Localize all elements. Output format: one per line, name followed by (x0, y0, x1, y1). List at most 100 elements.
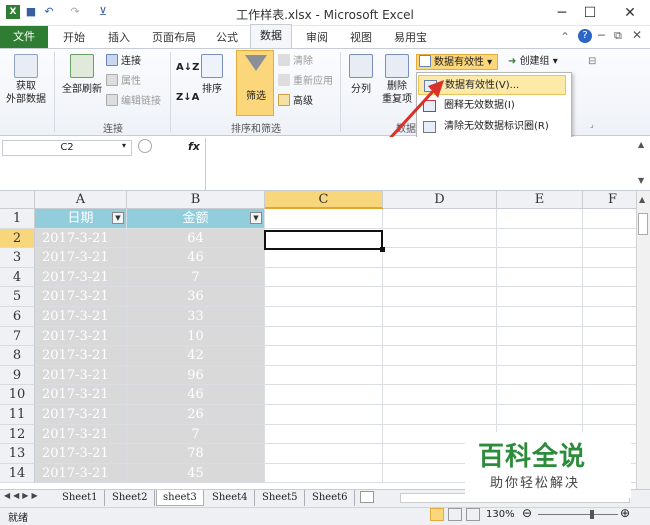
empty-cell[interactable] (583, 327, 636, 347)
tab-data[interactable]: 数据 (250, 24, 292, 49)
connections-button[interactable]: 连接 (106, 54, 141, 70)
empty-cell[interactable] (383, 228, 497, 249)
empty-cell[interactable] (497, 385, 583, 405)
edit-links-button[interactable]: 编辑链接 (106, 94, 161, 110)
row-header[interactable]: 11 (0, 405, 35, 425)
vertical-scrollbar[interactable] (636, 191, 650, 489)
tab-file[interactable]: 文件 (0, 26, 48, 48)
date-cell[interactable]: 2017-3-21 (35, 444, 127, 464)
cancel-entry-icon[interactable] (138, 139, 152, 153)
amount-cell[interactable]: 26 (127, 405, 265, 425)
outline-launcher-icon[interactable]: ⌟ (590, 120, 594, 129)
empty-cell[interactable] (497, 248, 583, 268)
empty-cell[interactable] (383, 307, 497, 327)
ungroup-icon[interactable]: ⊟ (588, 56, 596, 67)
empty-cell[interactable] (497, 405, 583, 425)
empty-cell[interactable] (383, 326, 497, 347)
tab-easyuse[interactable]: 易用宝 (394, 30, 427, 46)
empty-cell[interactable] (265, 209, 383, 229)
amount-cell[interactable]: 36 (127, 287, 265, 307)
row-header[interactable]: 2 (0, 228, 35, 249)
amount-cell[interactable]: 64 (127, 228, 265, 249)
tab-review[interactable]: 审阅 (306, 30, 328, 46)
date-cell[interactable]: 2017-3-21 (35, 346, 127, 366)
properties-button[interactable]: 属性 (106, 74, 141, 90)
minimize-button[interactable]: ─ (548, 2, 576, 24)
maximize-button[interactable]: ☐ (576, 2, 604, 24)
empty-cell[interactable] (583, 229, 636, 249)
formula-expand-icon[interactable]: ▲ (638, 140, 644, 149)
empty-cell[interactable] (497, 307, 583, 327)
empty-cell[interactable] (583, 209, 636, 229)
clear-button[interactable]: 清除 (278, 54, 313, 70)
row-header[interactable]: 1 (0, 209, 35, 229)
formula-collapse-icon[interactable]: ▼ (638, 176, 644, 185)
row-header[interactable]: 8 (0, 346, 35, 366)
amount-cell[interactable]: 46 (127, 248, 265, 268)
zoom-in-icon[interactable]: ⊕ (620, 506, 630, 520)
empty-cell[interactable] (265, 385, 383, 405)
empty-cell[interactable] (583, 385, 636, 405)
date-cell[interactable]: 2017-3-21 (35, 365, 127, 386)
tab-home[interactable]: 开始 (63, 30, 85, 46)
amount-cell[interactable]: 46 (127, 385, 265, 405)
filter-button[interactable]: 筛选 (236, 50, 274, 116)
empty-cell[interactable] (583, 268, 636, 288)
header-cell-date[interactable]: 日期 ▼ (35, 209, 127, 229)
formula-input[interactable] (205, 138, 635, 190)
date-cell[interactable]: 2017-3-21 (35, 463, 127, 484)
group-button[interactable]: ➜ 创建组 ▾ (508, 54, 558, 70)
select-all-corner[interactable] (0, 191, 35, 209)
sort-button[interactable]: 排序 (198, 54, 226, 95)
sheet-tab-sheet4[interactable]: Sheet4 (206, 490, 255, 506)
column-header-e[interactable]: E (497, 191, 583, 209)
active-cell-c2[interactable] (264, 230, 383, 250)
tab-view[interactable]: 视图 (350, 30, 372, 46)
amount-cell[interactable]: 7 (127, 267, 265, 288)
empty-cell[interactable] (583, 405, 636, 425)
empty-cell[interactable] (265, 463, 383, 484)
filter-dropdown-icon[interactable]: ▼ (112, 212, 124, 224)
empty-cell[interactable] (583, 366, 636, 386)
row-header[interactable]: 9 (0, 365, 35, 386)
column-header-b[interactable]: B (127, 191, 265, 209)
empty-cell[interactable] (497, 267, 583, 288)
amount-cell[interactable]: 10 (127, 326, 265, 347)
row-header[interactable]: 12 (0, 424, 35, 445)
row-header[interactable]: 14 (0, 463, 35, 484)
window-restore-icon[interactable]: ⧉ (614, 29, 622, 43)
sheet-tab-sheet5[interactable]: Sheet5 (256, 490, 305, 506)
sort-az-button[interactable]: A↓Z (176, 60, 199, 76)
empty-cell[interactable] (497, 287, 583, 307)
row-header[interactable]: 7 (0, 326, 35, 347)
empty-cell[interactable] (497, 326, 583, 347)
scroll-up-icon[interactable]: ▲ (639, 195, 645, 204)
date-cell[interactable]: 2017-3-21 (35, 385, 127, 405)
date-cell[interactable]: 2017-3-21 (35, 424, 127, 445)
date-cell[interactable]: 2017-3-21 (35, 307, 127, 327)
empty-cell[interactable] (265, 307, 383, 327)
sheet-tab-sheet3[interactable]: sheet3 (156, 490, 204, 506)
zoom-slider[interactable] (538, 514, 618, 515)
empty-cell[interactable] (265, 248, 383, 268)
sheet-nav-icons[interactable]: ◀◀▶▶ (4, 491, 41, 500)
window-min-icon[interactable]: ─ (598, 29, 605, 42)
empty-cell[interactable] (383, 248, 497, 268)
amount-cell[interactable]: 78 (127, 444, 265, 464)
empty-cell[interactable] (583, 307, 636, 327)
empty-cell[interactable] (265, 365, 383, 386)
empty-cell[interactable] (265, 326, 383, 347)
empty-cell[interactable] (497, 346, 583, 366)
empty-cell[interactable] (383, 209, 497, 229)
amount-cell[interactable]: 96 (127, 365, 265, 386)
insert-sheet-icon[interactable] (360, 491, 374, 503)
column-header-d[interactable]: D (383, 191, 497, 209)
fill-handle[interactable] (380, 247, 385, 252)
filter-dropdown-icon[interactable]: ▼ (250, 212, 262, 224)
empty-cell[interactable] (383, 385, 497, 405)
empty-cell[interactable] (265, 424, 383, 445)
empty-cell[interactable] (265, 267, 383, 288)
row-header[interactable]: 6 (0, 307, 35, 327)
column-header-f[interactable]: F (583, 191, 636, 209)
amount-cell[interactable]: 42 (127, 346, 265, 366)
